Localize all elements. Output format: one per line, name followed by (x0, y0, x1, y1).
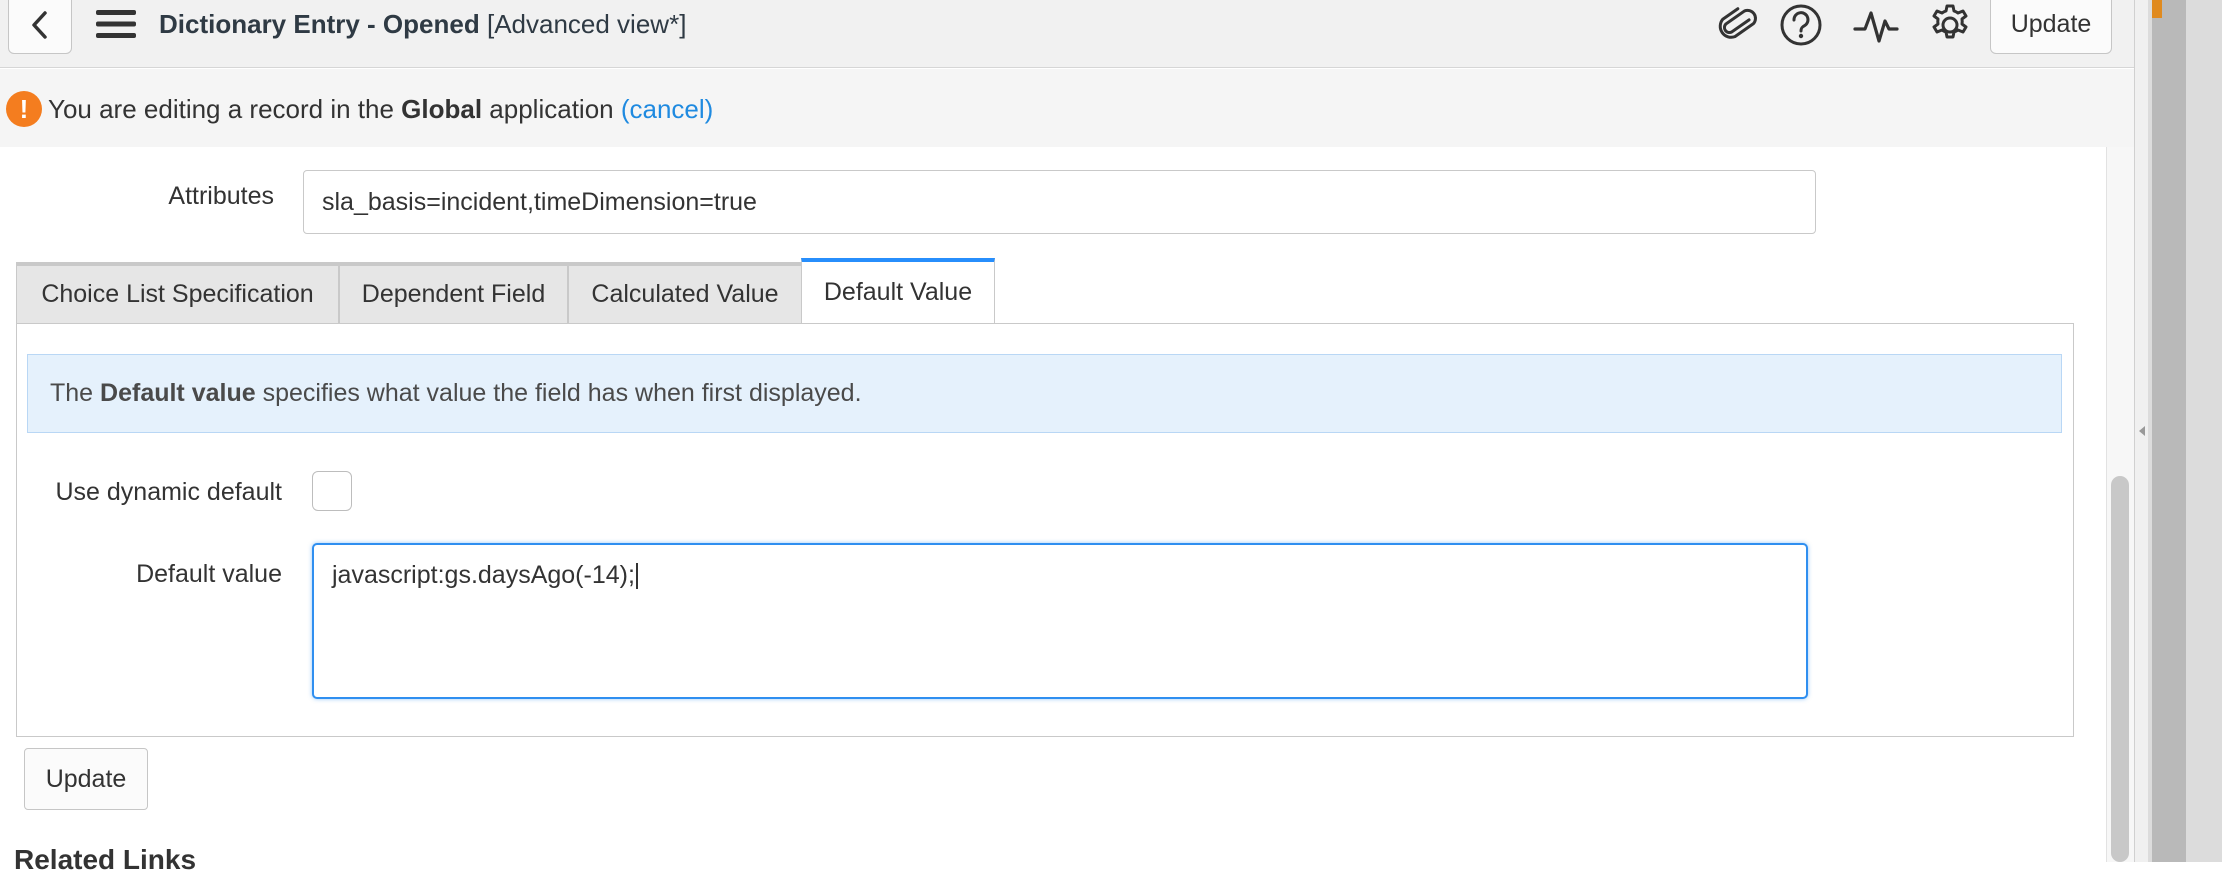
related-links-heading: Related Links (14, 844, 197, 875)
form-header: Dictionary Entry - Opened [Advanced view… (0, 0, 2134, 68)
page-title: Dictionary Entry - Opened [Advanced view… (159, 6, 686, 42)
tab-choice-list-specification[interactable]: Choice List Specification (16, 262, 339, 324)
default-value-text: javascript:gs.daysAgo(-14); (332, 561, 635, 589)
chevron-left-icon (32, 11, 47, 39)
page-title-view: [Advanced view*] (486, 9, 687, 39)
update-button-footer[interactable]: Update (24, 748, 148, 810)
back-button[interactable] (8, 0, 72, 54)
form-scrollbar-thumb[interactable] (2111, 476, 2129, 862)
tab-dependent-field[interactable]: Dependent Field (339, 262, 568, 324)
paperclip-icon[interactable] (1713, 2, 1763, 48)
update-button-header[interactable]: Update (1990, 0, 2112, 54)
info-text-after: specifies what value the field has when … (255, 379, 862, 407)
notice-text: You are editing a record in the Global a… (48, 91, 713, 127)
help-icon[interactable] (1776, 2, 1826, 48)
notice-text-after: application (482, 94, 621, 124)
text-caret (635, 563, 638, 590)
hamburger-menu-icon[interactable] (94, 6, 138, 42)
info-text-bold: Default value (100, 379, 256, 407)
attributes-label: Attributes (168, 182, 274, 210)
caret-left-icon (2138, 426, 2145, 436)
info-text-before: The (50, 379, 101, 407)
window-scroll-accent (2152, 0, 2162, 18)
tab-default-value[interactable]: Default Value (801, 258, 995, 324)
default-value-info-box: The Default value specifies what value t… (27, 354, 2062, 433)
use-dynamic-default-checkbox[interactable] (312, 471, 352, 511)
activity-icon[interactable] (1851, 2, 1901, 48)
cancel-link[interactable]: (cancel) (621, 94, 713, 124)
default-value-label: Default value (136, 560, 282, 588)
page-title-main: Dictionary Entry - Opened (159, 9, 480, 39)
default-value-textarea[interactable]: javascript:gs.daysAgo(-14); (312, 543, 1808, 699)
warning-icon: ! (6, 91, 42, 127)
gear-icon[interactable] (1925, 2, 1975, 48)
attributes-input[interactable]: sla_basis=incident,timeDimension=true (303, 170, 1816, 234)
panel-collapse-handle[interactable] (2134, 0, 2148, 862)
application-scope-notice: ! You are editing a record in the Global… (0, 69, 2134, 147)
use-dynamic-default-label: Use dynamic default (55, 478, 282, 506)
tab-calculated-value[interactable]: Calculated Value (568, 262, 802, 324)
window-scrollbar-thumb[interactable] (2152, 0, 2186, 862)
notice-app-name: Global (401, 94, 483, 124)
notice-text-before: You are editing a record in the (48, 94, 402, 124)
